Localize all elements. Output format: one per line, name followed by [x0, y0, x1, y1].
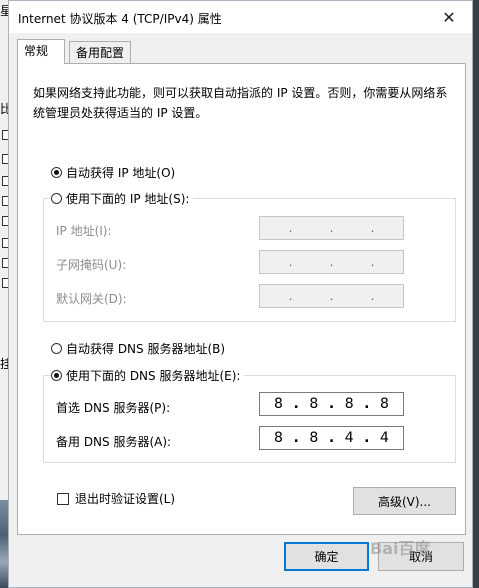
ip-manual-label: 使用下面的 IP 地址(S):	[66, 192, 190, 206]
radio-selected-icon	[51, 167, 62, 178]
ip-dot: .	[370, 255, 375, 269]
description-text: 如果网络支持此功能，则可以获取自动指派的 IP 设置。否则，你需要从网络系统管理…	[33, 86, 448, 120]
default-gateway-field: . . .	[259, 284, 404, 308]
tab-alternate-config[interactable]: 备用配置	[69, 41, 131, 63]
advanced-button[interactable]: 高级(V)...	[353, 487, 456, 515]
ip-address-label: IP 地址(I):	[56, 224, 112, 238]
title-bar[interactable]: Internet 协议版本 4 (TCP/IPv4) 属性 ✕	[9, 1, 472, 33]
general-panel: 如果网络支持此功能，则可以获取自动指派的 IP 设置。否则，你需要从网络系统管理…	[17, 63, 466, 535]
ip-auto-radio[interactable]: 自动获得 IP 地址(O)	[51, 164, 180, 181]
ip-address-field: . . .	[259, 216, 404, 240]
dns-octet: 8	[309, 430, 319, 446]
subnet-mask-label: 子网掩码(U):	[56, 258, 127, 272]
preferred-dns-label: 首选 DNS 服务器(P):	[56, 401, 171, 415]
ip-dot: .	[370, 289, 375, 303]
ip-manual-radio[interactable]: 使用下面的 IP 地址(S):	[51, 190, 194, 207]
ip-dot: .	[370, 221, 375, 235]
ip-dot: .	[288, 255, 293, 269]
desktop-edge	[473, 0, 479, 588]
tab-general[interactable]: 常规	[17, 39, 65, 64]
default-gateway-label: 默认网关(D):	[56, 292, 127, 306]
radio-selected-icon	[51, 370, 62, 381]
dns-octet: 8	[380, 396, 389, 412]
validate-on-exit-label: 退出时验证设置(L)	[75, 492, 176, 506]
dns-manual-radio[interactable]: 使用下面的 DNS 服务器地址(E):	[51, 367, 245, 384]
close-icon: ✕	[442, 7, 456, 27]
ip-dot: .	[288, 289, 293, 303]
window-title: Internet 协议版本 4 (TCP/IPv4) 属性	[18, 12, 222, 26]
tcpip-properties-dialog: Internet 协议版本 4 (TCP/IPv4) 属性 ✕ 常规 备用配置 …	[8, 0, 473, 588]
dns-manual-label: 使用下面的 DNS 服务器地址(E):	[66, 369, 241, 383]
dns-auto-label: 自动获得 DNS 服务器地址(B)	[66, 342, 226, 356]
radio-unselected-icon	[51, 343, 62, 354]
validate-on-exit-checkbox[interactable]: 退出时验证设置(L)	[57, 490, 175, 507]
ip-dot: .	[288, 221, 293, 235]
dns-octet: 4	[380, 430, 389, 446]
ip-auto-label: 自动获得 IP 地址(O)	[66, 166, 176, 180]
ok-button[interactable]: 确定	[284, 542, 369, 571]
ip-dot: .	[329, 289, 334, 303]
dns-octet: 8	[274, 396, 283, 412]
alternate-dns-label: 备用 DNS 服务器(A):	[56, 435, 172, 449]
subnet-mask-field: . . .	[259, 250, 404, 274]
baidu-watermark: Bai百度	[370, 539, 431, 558]
dns-octet: 8	[274, 430, 283, 446]
dns-octet: 8	[344, 396, 354, 412]
dns-auto-radio[interactable]: 自动获得 DNS 服务器地址(B)	[51, 340, 230, 357]
checkbox-unchecked-icon	[57, 492, 69, 505]
ip-dot: .	[329, 221, 334, 235]
radio-unselected-icon	[51, 193, 62, 204]
alternate-dns-field[interactable]: 8. 8. 4. 4	[259, 426, 404, 450]
preferred-dns-field[interactable]: 8. 8. 8. 8	[259, 392, 404, 416]
dns-octet: 8	[309, 396, 319, 412]
close-button[interactable]: ✕	[426, 1, 472, 33]
ip-dot: .	[329, 255, 334, 269]
dns-octet: 4	[344, 430, 354, 446]
